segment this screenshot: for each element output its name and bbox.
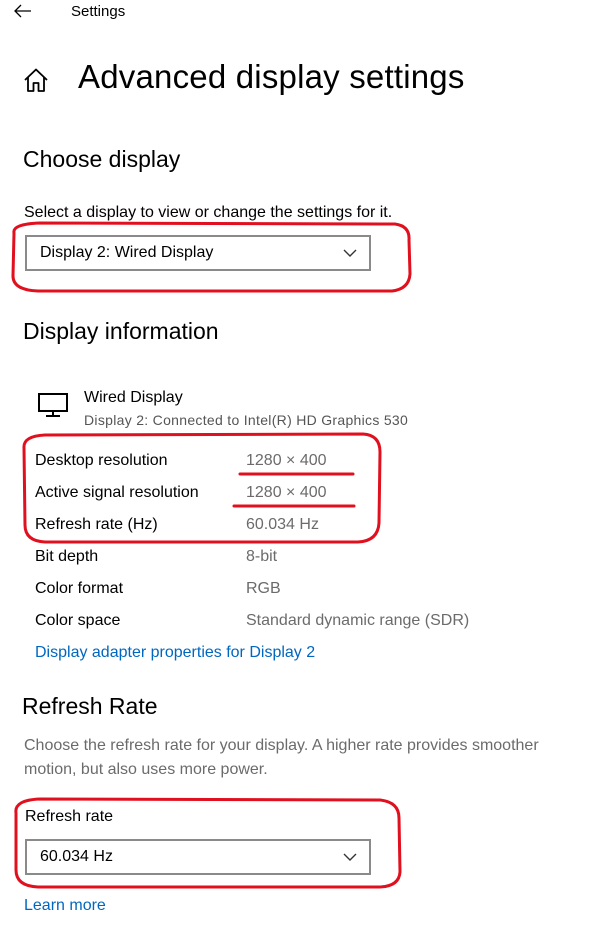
chevron-down-icon <box>343 853 357 861</box>
info-label-color-space: Color space <box>35 612 121 629</box>
info-label-color-format: Color format <box>35 580 124 597</box>
info-value-color-format: RGB <box>246 580 281 597</box>
annotation-overlay <box>11 221 412 889</box>
back-button[interactable] <box>8 0 38 22</box>
display-name: Wired Display <box>84 389 183 406</box>
display-select-dropdown[interactable]: Display 2: Wired Display <box>25 235 371 271</box>
refresh-rate-field-label: Refresh rate <box>25 808 114 825</box>
info-label-desktop-resolution: Desktop resolution <box>35 452 168 469</box>
info-value-active-signal-resolution: 1280 × 400 <box>246 484 327 501</box>
home-icon <box>24 68 48 92</box>
window-title: Settings <box>71 3 126 20</box>
page-title: Advanced display settings <box>78 58 465 95</box>
info-value-refresh-rate: 60.034 Hz <box>246 516 319 533</box>
display-select-value: Display 2: Wired Display <box>40 244 214 261</box>
info-value-bit-depth: 8-bit <box>246 548 278 565</box>
display-adapter-properties-link[interactable]: Display adapter properties for Display 2 <box>35 644 315 662</box>
choose-display-instruction: Select a display to view or change the s… <box>24 204 393 221</box>
monitor-icon <box>38 393 68 417</box>
chevron-down-icon <box>343 249 357 257</box>
info-label-bit-depth: Bit depth <box>35 548 99 565</box>
info-value-desktop-resolution: 1280 × 400 <box>246 452 327 469</box>
info-label-refresh-rate: Refresh rate (Hz) <box>35 516 158 533</box>
refresh-rate-heading: Refresh Rate <box>22 693 158 719</box>
info-label-active-signal-resolution: Active signal resolution <box>35 484 199 501</box>
info-value-color-space: Standard dynamic range (SDR) <box>246 612 470 629</box>
back-arrow-icon <box>14 4 31 18</box>
learn-more-link[interactable]: Learn more <box>24 897 106 915</box>
display-information-heading: Display information <box>23 318 219 344</box>
display-connection: Display 2: Connected to Intel(R) HD Grap… <box>84 412 409 428</box>
choose-display-heading: Choose display <box>23 146 181 172</box>
refresh-rate-dropdown[interactable]: 60.034 Hz <box>25 839 371 875</box>
refresh-rate-select-value: 60.034 Hz <box>40 848 113 865</box>
refresh-rate-description: Choose the refresh rate for your display… <box>24 737 539 778</box>
